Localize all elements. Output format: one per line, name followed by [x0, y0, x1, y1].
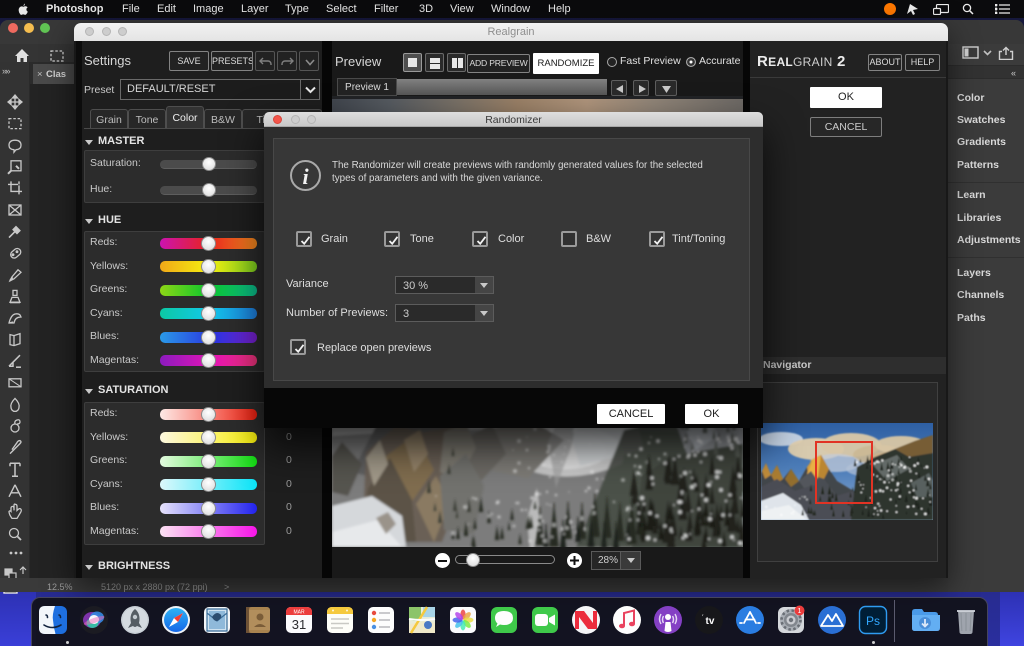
svg-text:Ps: Ps [866, 614, 880, 628]
svg-text:MAR: MAR [293, 610, 305, 616]
svg-text:tv: tv [706, 616, 715, 627]
svg-text:31: 31 [292, 617, 306, 632]
svg-text:1: 1 [798, 608, 802, 615]
